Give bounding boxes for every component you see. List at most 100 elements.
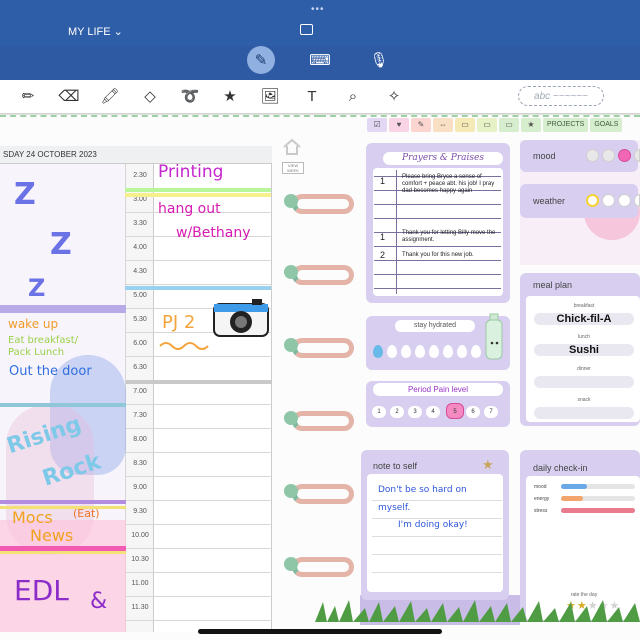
sticker-tool[interactable]: ★ (219, 85, 241, 107)
pen-tool[interactable]: ✏ (17, 85, 39, 107)
highlighter-tool[interactable]: 🖍 (99, 85, 121, 107)
tab-projects[interactable]: PROJECTS (543, 118, 589, 132)
water-drop-icon[interactable] (443, 345, 453, 358)
time-label: 7.30 (133, 412, 147, 419)
water-drop-icon[interactable] (429, 345, 439, 358)
pain-level-2[interactable]: 2 (390, 406, 404, 418)
pain-level-3[interactable]: 3 (408, 406, 422, 418)
laser-pointer-tool[interactable]: ✧ (383, 85, 405, 107)
ruled-line (374, 274, 501, 275)
multitask-dots[interactable]: ••• (311, 4, 325, 15)
pen-mode-button[interactable]: ✎ (247, 46, 275, 74)
pain-level-6[interactable]: 6 (466, 406, 480, 418)
tab-trackers[interactable]: ▭ (499, 118, 519, 132)
lunch-note: Pack Lunch (8, 347, 65, 358)
water-drop-icon[interactable] (415, 345, 425, 358)
hour-line (126, 452, 272, 453)
tab-health[interactable]: ♥ (389, 118, 409, 132)
snack-field[interactable] (534, 407, 634, 419)
binder-ring-hole (284, 557, 298, 571)
rain-icon[interactable] (618, 194, 631, 207)
scan-tool[interactable]: ⌕ (342, 85, 364, 107)
water-drop-icon[interactable] (471, 345, 481, 358)
tab-checklist[interactable]: ☑ (367, 118, 387, 132)
shapes-tool[interactable]: ◇ (139, 85, 161, 107)
mood-face-selected-icon[interactable] (618, 149, 631, 162)
eraser-icon: ⌫ (58, 88, 80, 105)
time-label: 6.00 (133, 340, 147, 347)
pain-level-7[interactable]: 7 (484, 406, 498, 418)
notebook-title[interactable]: MY LIFE ⌄ (68, 25, 123, 38)
shapes-icon: ◇ (144, 88, 156, 105)
binder-ring (292, 557, 354, 577)
binder-ring (292, 265, 354, 285)
binder-ring (292, 338, 354, 358)
cloud-icon[interactable] (602, 194, 615, 207)
time-label: 10.00 (131, 532, 149, 539)
water-drop-icon[interactable] (457, 345, 467, 358)
mood-title: mood (533, 151, 556, 161)
hang-out-note: hang out (158, 201, 221, 217)
home-indicator[interactable] (198, 629, 442, 634)
time-label: 3.00 (133, 196, 147, 203)
time-label: 5.30 (133, 316, 147, 323)
checkin-stress-label: stress (534, 508, 548, 514)
ampersand-note: & (90, 589, 108, 614)
mood-face-icon[interactable] (634, 149, 640, 162)
text-tool[interactable]: T (301, 85, 323, 107)
tab-lists[interactable]: ▭ (477, 118, 497, 132)
prayer-number: 2 (380, 250, 386, 260)
bethany-note: w/Bethany (176, 225, 251, 241)
orange-squiggle (159, 342, 209, 350)
time-label: 10.30 (131, 556, 149, 563)
hour-line (126, 284, 272, 285)
home-icon[interactable] (282, 138, 302, 156)
mood-face-icon[interactable] (602, 149, 615, 162)
hour-line (126, 572, 272, 573)
time-label: 4.30 (133, 268, 147, 275)
pain-level-4[interactable]: 4 (426, 406, 440, 418)
tab-planner[interactable]: ▭ (455, 118, 475, 132)
water-drop-icon[interactable] (387, 345, 397, 358)
tab-notes[interactable]: ✎ (411, 118, 431, 132)
pain-level-1[interactable]: 1 (372, 406, 386, 418)
handwriting-field[interactable]: abc ~~~~~~ (518, 86, 604, 106)
tab-finance[interactable]: ⇔ (433, 118, 453, 132)
tracker-icon: ▭ (505, 120, 513, 129)
sleep-z: Z (50, 227, 72, 262)
ruled-line (372, 536, 502, 537)
microphone-button[interactable]: 🎙 (365, 46, 393, 74)
snow-icon[interactable] (634, 194, 640, 207)
list-icon: ▭ (483, 120, 491, 129)
hydration-title: stay hydrated (395, 320, 475, 332)
time-label: 2.30 (133, 172, 147, 179)
sleep-z: Z (14, 177, 36, 212)
view-week-button[interactable]: VIEW WEEK (282, 162, 304, 174)
camera-sticker[interactable] (210, 294, 272, 342)
tab-goals[interactable]: GOALS (590, 118, 623, 132)
sidebar-toggle-icon[interactable] (300, 24, 313, 35)
microphone-icon: 🎙 (369, 52, 389, 69)
dinner-field[interactable] (534, 376, 634, 388)
prayer-entry: Please bring Bryce a sense of comfort + … (402, 174, 495, 195)
pain-level-5-selected[interactable]: 5 (446, 403, 464, 419)
laser-pointer-icon: ✧ (387, 88, 401, 105)
binder-ring-hole (284, 194, 298, 208)
checkin-title: daily check-in (533, 463, 588, 473)
dinner-label: dinner (577, 366, 591, 372)
image-icon: 🖼 (260, 88, 280, 105)
tab-favorites[interactable]: ★ (521, 118, 541, 132)
image-tool[interactable]: 🖼 (259, 85, 281, 107)
prayer-number: 1 (380, 232, 386, 242)
hour-line (126, 260, 272, 261)
green-highlight (125, 188, 271, 192)
eraser-tool[interactable]: ⌫ (58, 85, 80, 107)
text-box-icon: T (307, 87, 317, 105)
sun-icon[interactable] (586, 194, 599, 207)
water-drop-icon[interactable] (401, 345, 411, 358)
keyboard-button[interactable]: ⌨ (306, 46, 334, 74)
water-drop-icon[interactable] (373, 345, 383, 358)
mood-face-icon[interactable] (586, 149, 599, 162)
lasso-tool[interactable]: ➰ (179, 85, 201, 107)
hour-line (126, 476, 272, 477)
